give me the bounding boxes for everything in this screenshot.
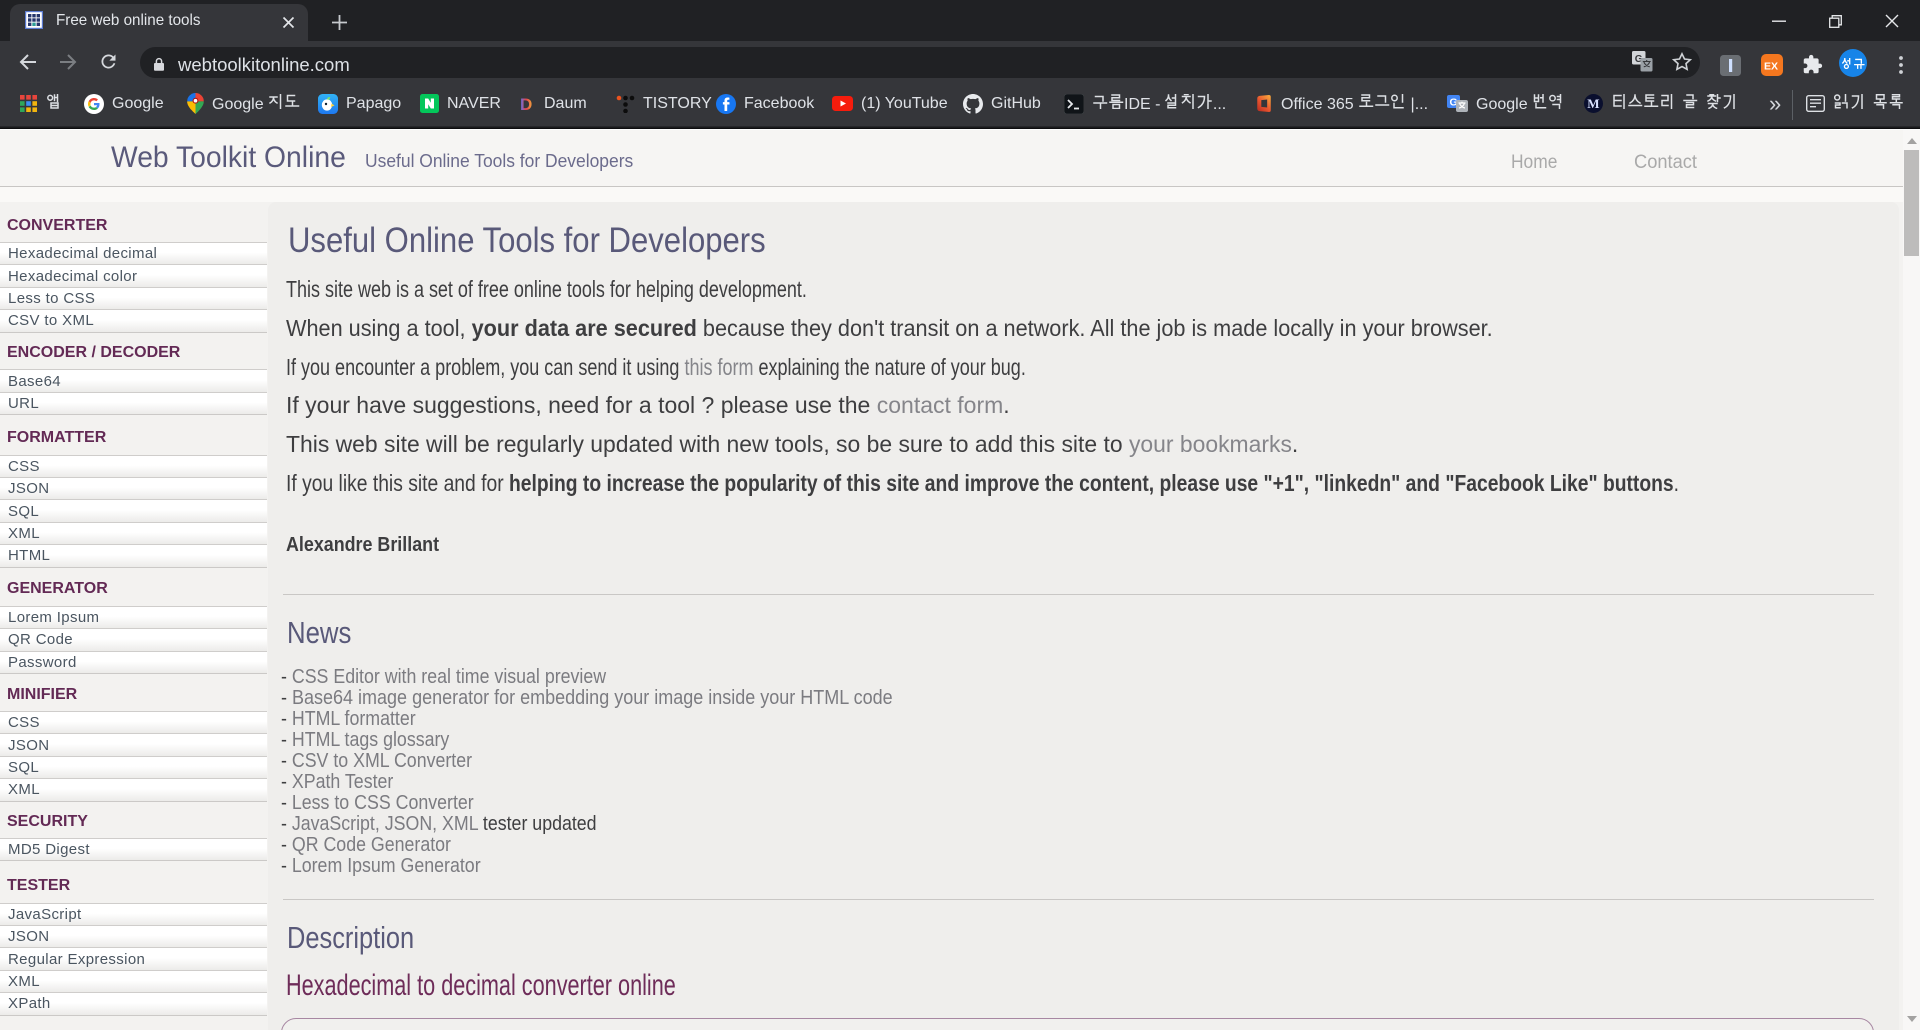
svg-text:EX: EX [1764, 61, 1778, 73]
svg-text:D: D [520, 95, 532, 113]
svg-text:M: M [1587, 96, 1599, 111]
